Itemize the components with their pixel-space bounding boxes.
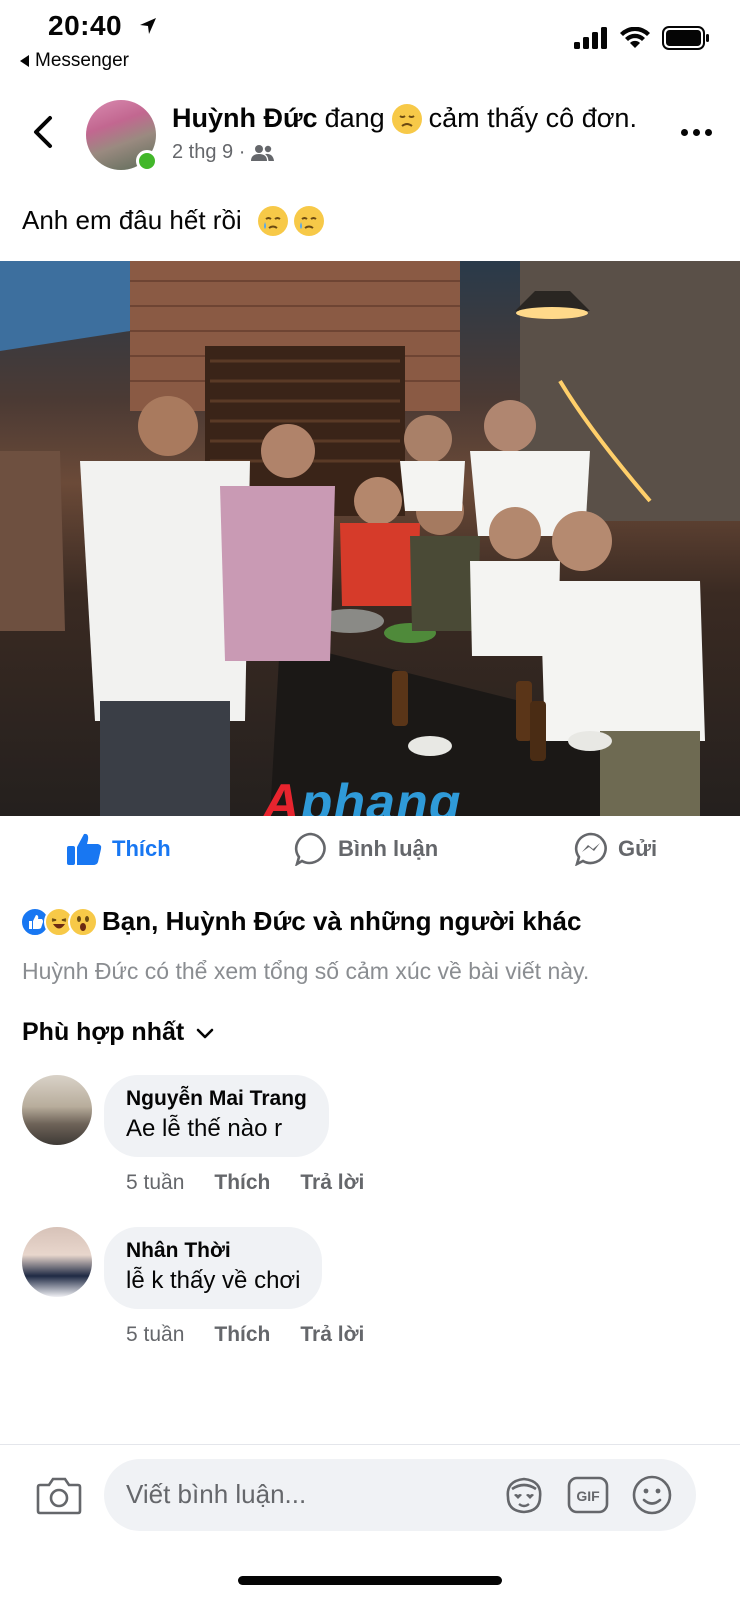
signal-icon: [574, 27, 607, 49]
post-header: Huỳnh Đức đang cảm thấy cô đơn. 2 thg 9 …: [0, 95, 740, 175]
back-to-messenger[interactable]: Messenger: [20, 50, 129, 72]
comment-label: Bình luận: [338, 836, 439, 861]
comment-button[interactable]: Bình luận: [294, 832, 740, 866]
wow-reaction-icon: [68, 906, 98, 937]
comment-like-button[interactable]: Thích: [214, 1323, 270, 1347]
comment-text: lễ k thấy về chơi: [126, 1267, 301, 1294]
commenter-name[interactable]: Nguyễn Mai Trang: [126, 1087, 307, 1111]
comment-time: 5 tuần: [126, 1171, 185, 1194]
avatar-sticker-icon[interactable]: [502, 1473, 546, 1517]
feeling-prefix: đang: [324, 103, 385, 133]
comment-meta: 5 tuần Thích Trả lời: [126, 1171, 364, 1195]
back-chevron-icon[interactable]: [30, 115, 56, 149]
photo-scene: [0, 261, 740, 816]
battery-icon: [662, 26, 709, 50]
reactions-summary[interactable]: Bạn, Huỳnh Đức và những người khác: [20, 906, 581, 937]
reactions-note: Huỳnh Đức có thể xem tổng số cảm xúc về …: [22, 958, 590, 984]
comment-like-button[interactable]: Thích: [214, 1171, 270, 1195]
comment-item: Nguyễn Mai Trang Ae lễ thế nào r 5 tuần …: [22, 1075, 722, 1205]
commenter-name[interactable]: Nhân Thời: [126, 1239, 300, 1263]
author-name[interactable]: Huỳnh Đức: [172, 103, 318, 134]
comment-composer: Viết bình luận... GIF: [0, 1444, 740, 1544]
comment-time: 5 tuần: [126, 1323, 185, 1346]
like-label: Thích: [112, 836, 171, 861]
comment-placeholder: Viết bình luận...: [126, 1479, 307, 1509]
wifi-icon: [620, 27, 650, 48]
comment-bubble[interactable]: Nhân Thời lễ k thấy về chơi: [104, 1227, 323, 1309]
more-icon[interactable]: [681, 129, 712, 136]
crying-face-icon: [257, 205, 288, 236]
post-date[interactable]: 2 thg 9 ·: [172, 141, 245, 164]
back-app-label: Messenger: [35, 50, 129, 71]
reactions-summary-text: Bạn, Huỳnh Đức và những người khác: [102, 906, 582, 936]
comment-item: Nhân Thời lễ k thấy về chơi 5 tuần Thích…: [22, 1227, 722, 1357]
friends-icon: [251, 144, 275, 161]
commenter-avatar[interactable]: [22, 1075, 92, 1145]
crying-face-icon: [293, 205, 324, 236]
post-actions: Thích Bình luận Gửi: [0, 818, 740, 888]
status-time: 20:40: [48, 10, 123, 41]
feeling-text: cảm thấy cô đơn.: [428, 103, 637, 133]
gif-icon[interactable]: GIF: [566, 1473, 610, 1517]
online-status-dot: [136, 150, 158, 172]
camera-icon[interactable]: [36, 1475, 82, 1515]
comment-bubble[interactable]: Nguyễn Mai Trang Ae lễ thế nào r: [104, 1075, 329, 1157]
composer-icons: GIF: [502, 1473, 674, 1517]
like-button[interactable]: Thích: [66, 832, 171, 866]
post-author-line: Huỳnh Đức đang cảm thấy cô đơn.: [172, 103, 637, 134]
messenger-icon: [574, 832, 607, 866]
sort-label: Phù hợp nhất: [22, 1018, 185, 1046]
comment-reply-button[interactable]: Trả lời: [300, 1323, 364, 1347]
sad-face-icon: [391, 103, 422, 134]
send-label: Gửi: [618, 836, 658, 861]
emoji-icon[interactable]: [630, 1473, 674, 1517]
location-arrow-icon: [140, 18, 156, 34]
home-indicator: [238, 1576, 502, 1585]
post-text: Anh em đâu hết rồi: [22, 205, 324, 236]
photo-watermark: Aphang: [262, 774, 462, 816]
status-bar: 20:40 Messenger: [0, 0, 740, 80]
svg-text:GIF: GIF: [576, 1488, 600, 1504]
post-meta: 2 thg 9 ·: [172, 141, 275, 164]
reaction-icons: [20, 906, 98, 937]
back-triangle-icon: [20, 55, 29, 67]
comment-text: Ae lễ thế nào r: [126, 1115, 283, 1142]
comment-reply-button[interactable]: Trả lời: [300, 1171, 364, 1195]
comment-sort-dropdown[interactable]: Phù hợp nhất: [22, 1018, 214, 1047]
chevron-down-icon: [196, 1028, 214, 1038]
commenter-avatar[interactable]: [22, 1227, 92, 1297]
like-icon: [67, 833, 102, 865]
comment-meta: 5 tuần Thích Trả lời: [126, 1323, 364, 1347]
send-button[interactable]: Gửi: [574, 832, 657, 866]
post-message: Anh em đâu hết rồi: [22, 205, 242, 235]
status-icons: [574, 26, 710, 50]
post-photo[interactable]: Aphang: [0, 261, 740, 816]
comment-icon: [294, 832, 326, 866]
comment-input[interactable]: Viết bình luận... GIF: [104, 1459, 696, 1531]
